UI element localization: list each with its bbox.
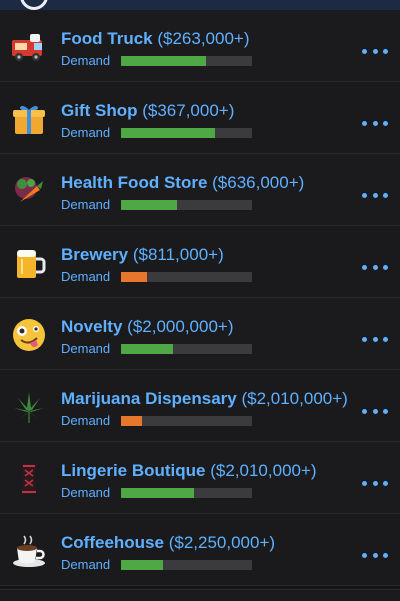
demand-bar-fill (121, 200, 178, 210)
demand-bar (121, 488, 252, 498)
business-row-marijuana-dispensary[interactable]: Marijuana Dispensary ($2,010,000+) Deman… (0, 370, 400, 442)
business-name: Brewery (61, 245, 129, 264)
business-list: Food Truck ($263,000+) Demand Gift Shop … (0, 10, 400, 586)
gift-icon (10, 100, 48, 138)
demand-bar (121, 272, 252, 282)
demand-bar-fill (121, 344, 174, 354)
more-options-icon[interactable] (362, 264, 388, 270)
zany-face-icon (10, 316, 48, 354)
business-row-gift-shop[interactable]: Gift Shop ($367,000+) Demand (0, 82, 400, 154)
demand-bar-fill (121, 56, 207, 66)
demand-bar (121, 200, 252, 210)
demand-bar-fill (121, 128, 216, 138)
business-name: Novelty (61, 317, 123, 336)
business-row-coffeehouse[interactable]: Coffeehouse ($2,250,000+) Demand (0, 514, 400, 586)
demand-label: Demand (61, 413, 111, 428)
business-row-novelty[interactable]: Novelty ($2,000,000+) Demand (0, 298, 400, 370)
business-price: ($367,000+) (142, 101, 235, 120)
business-price: ($263,000+) (157, 29, 250, 48)
beer-mug-icon (10, 244, 48, 282)
business-name: Coffeehouse (61, 533, 164, 552)
more-options-icon[interactable] (362, 480, 388, 486)
more-options-icon[interactable] (362, 552, 388, 558)
demand-label: Demand (61, 341, 111, 356)
food-truck-icon (10, 28, 48, 66)
business-price: ($2,010,000+) (210, 461, 317, 480)
demand-label: Demand (61, 125, 111, 140)
business-name: Health Food Store (61, 173, 208, 192)
business-name: Marijuana Dispensary (61, 389, 237, 408)
more-options-icon[interactable] (362, 408, 388, 414)
business-row-health-food-store[interactable]: Health Food Store ($636,000+) Demand (0, 154, 400, 226)
demand-label: Demand (61, 197, 111, 212)
business-row-brewery[interactable]: Brewery ($811,000+) Demand (0, 226, 400, 298)
business-name: Lingerie Boutique (61, 461, 206, 480)
business-name: Gift Shop (61, 101, 138, 120)
business-price: ($2,010,000+) (241, 389, 348, 408)
demand-label: Demand (61, 485, 111, 500)
more-options-icon[interactable] (362, 48, 388, 54)
back-icon[interactable] (20, 0, 48, 10)
demand-bar (121, 560, 252, 570)
business-price: ($2,000,000+) (127, 317, 234, 336)
coffee-cup-icon (10, 532, 48, 570)
demand-label: Demand (61, 53, 111, 68)
business-price: ($2,250,000+) (168, 533, 276, 552)
demand-bar (121, 128, 252, 138)
business-row-food-truck[interactable]: Food Truck ($263,000+) Demand (0, 10, 400, 82)
more-options-icon[interactable] (362, 336, 388, 342)
demand-bar (121, 344, 252, 354)
cannabis-leaf-icon (10, 388, 48, 426)
vegetables-icon (10, 172, 48, 210)
more-options-icon[interactable] (362, 192, 388, 198)
demand-bar-fill (121, 560, 163, 570)
more-options-icon[interactable] (362, 120, 388, 126)
demand-label: Demand (61, 557, 111, 572)
demand-bar-fill (121, 488, 195, 498)
demand-bar-fill (121, 416, 142, 426)
demand-bar (121, 56, 252, 66)
business-price: ($636,000+) (212, 173, 305, 192)
business-row-lingerie-boutique[interactable]: Lingerie Boutique ($2,010,000+) Demand (0, 442, 400, 514)
corset-icon (10, 460, 48, 498)
demand-bar-fill (121, 272, 148, 282)
demand-label: Demand (61, 269, 111, 284)
demand-bar (121, 416, 252, 426)
business-name: Food Truck (61, 29, 153, 48)
business-price: ($811,000+) (132, 245, 224, 264)
next-business-row-partial (0, 589, 400, 601)
